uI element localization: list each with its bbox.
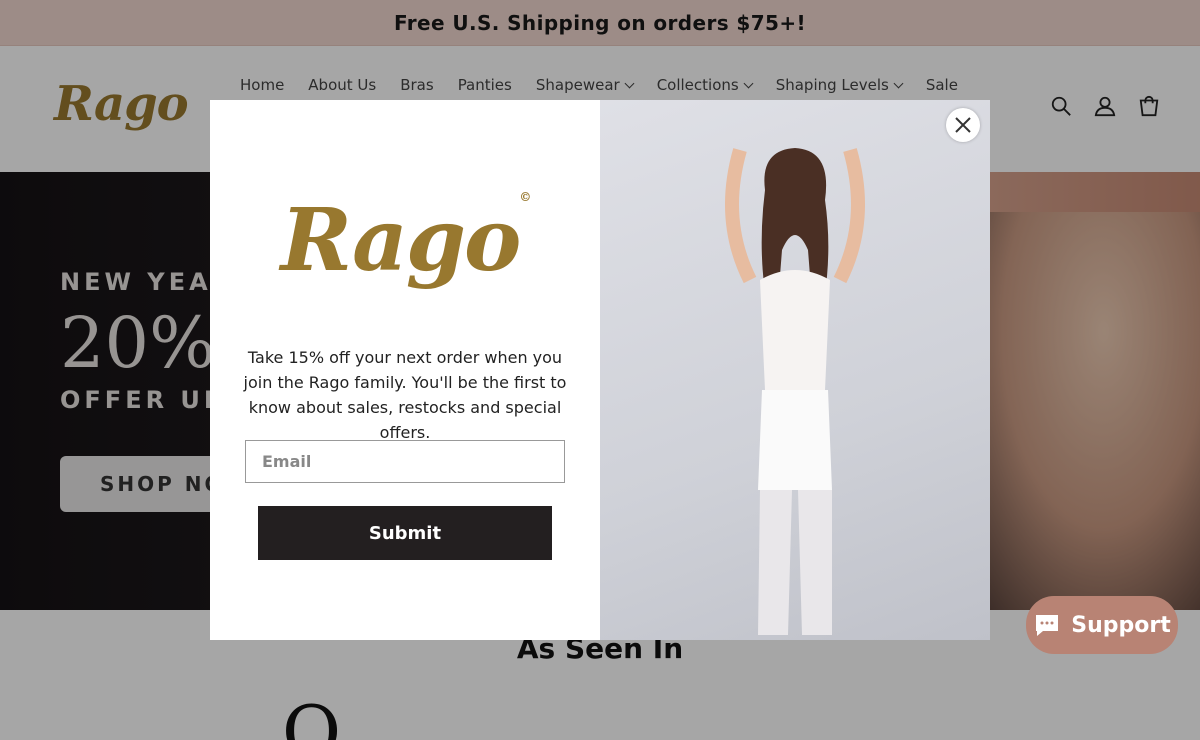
popup-form-panel: Rago© Take 15% off your next order when …	[210, 100, 600, 640]
popup-logo: Rago©	[280, 190, 532, 291]
support-label: Support	[1071, 612, 1171, 638]
popup-image	[600, 100, 990, 640]
support-chat-button[interactable]: Support	[1026, 596, 1178, 654]
close-button[interactable]	[946, 108, 980, 142]
popup-message: Take 15% off your next order when you jo…	[243, 348, 567, 442]
model-photo	[725, 148, 865, 635]
close-icon	[955, 117, 971, 133]
copyright-mark: ©	[519, 190, 531, 204]
email-field[interactable]	[245, 440, 565, 483]
submit-button[interactable]: Submit	[258, 506, 552, 560]
chat-icon	[1036, 615, 1059, 636]
signup-popup: Rago© Take 15% off your next order when …	[210, 100, 990, 640]
